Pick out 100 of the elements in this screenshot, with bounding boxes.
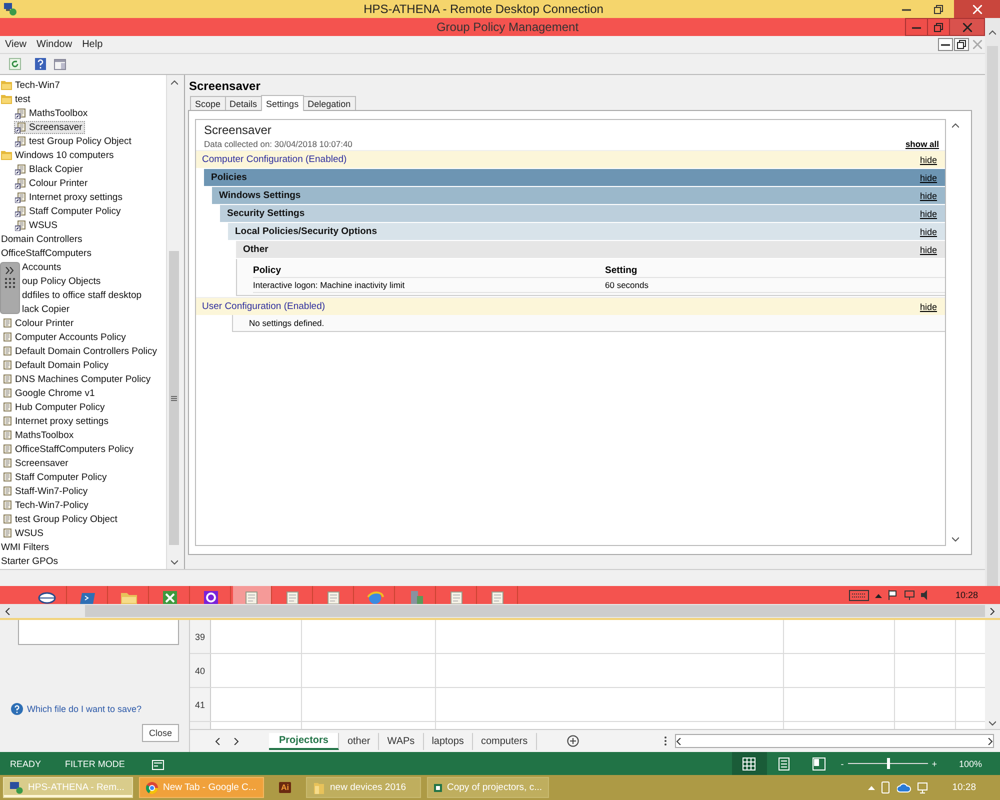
tree-item[interactable]: Computer Accounts Policy: [0, 330, 129, 344]
tree-item[interactable]: test: [0, 92, 34, 106]
tab[interactable]: Delegation: [302, 96, 356, 111]
tree-item[interactable]: Starter GPOs: [0, 554, 62, 568]
horizontal-scrollbar[interactable]: [674, 734, 994, 748]
hide-link[interactable]: hide: [920, 244, 945, 254]
tree-item[interactable]: Domain Controllers: [0, 232, 86, 246]
tree-item[interactable]: Tech-Win7: [0, 78, 63, 92]
hide-link[interactable]: hide: [920, 226, 945, 236]
tree-item[interactable]: ddfiles to office staff desktop: [21, 288, 145, 302]
tree-item[interactable]: oup Policy Objects: [21, 274, 104, 288]
list-box[interactable]: [18, 620, 179, 645]
chevron-icon: [5, 267, 15, 274]
disk-icon: [38, 590, 56, 604]
grip-icon: [171, 396, 177, 400]
keyboard-icon[interactable]: [849, 590, 870, 600]
show-all-link[interactable]: show all: [905, 139, 945, 149]
zoom-in-button[interactable]: +: [932, 758, 937, 768]
folder-icon: [120, 590, 138, 604]
scroll-thumb[interactable]: [987, 46, 998, 586]
scroll-icon: [1, 360, 12, 370]
close-button[interactable]: Close: [142, 724, 179, 742]
zoom-slider[interactable]: [848, 758, 928, 769]
tab[interactable]: Scope: [190, 96, 226, 111]
view-button[interactable]: [732, 752, 767, 775]
help-link[interactable]: Which file do I want to save?: [27, 704, 142, 714]
tree-item[interactable]: test Group Policy Object: [0, 512, 120, 526]
tree-item[interactable]: OfficeStaffComputers: [0, 246, 94, 260]
floating-toolbar[interactable]: [0, 262, 20, 314]
network-icon[interactable]: [904, 590, 916, 600]
tree-item[interactable]: test Group Policy Object: [14, 134, 134, 148]
sheet-tab[interactable]: WAPs: [379, 732, 424, 750]
restore-icon: [957, 40, 966, 49]
caret-icon[interactable]: [868, 785, 876, 790]
close-icon: [972, 4, 982, 14]
close-button[interactable]: [950, 19, 984, 35]
tree-item[interactable]: Staff Computer Policy: [0, 470, 110, 484]
taskbar-button[interactable]: Ai: [274, 777, 296, 798]
tree-item[interactable]: Tech-Win7-Policy: [0, 498, 92, 512]
tree-item[interactable]: Default Domain Policy: [0, 358, 112, 372]
tree-item[interactable]: Colour Printer: [0, 316, 77, 330]
close-button[interactable]: [954, 0, 1000, 18]
tree-item[interactable]: Black Copier: [14, 162, 86, 176]
add-sheet-icon[interactable]: [566, 735, 579, 747]
scroll-down-icon: [952, 537, 959, 542]
tree-item[interactable]: Staff Computer Policy: [14, 204, 124, 218]
scroll-icon: [1, 374, 12, 384]
sheet-tab[interactable]: computers: [472, 732, 537, 750]
tree-item[interactable]: WSUS: [14, 218, 60, 232]
tree-item[interactable]: Staff-Win7-Policy: [0, 484, 91, 498]
hide-link[interactable]: hide: [920, 302, 945, 312]
tree-item[interactable]: DNS Machines Computer Policy: [0, 372, 154, 386]
hide-link[interactable]: hide: [920, 190, 945, 200]
tree-item[interactable]: Screensaver: [0, 456, 72, 470]
close-icon: [973, 40, 982, 49]
cloud-icon[interactable]: [897, 782, 912, 792]
tab[interactable]: Settings: [261, 95, 304, 111]
tree-item[interactable]: Accounts: [21, 260, 64, 274]
menu-item[interactable]: Help: [77, 39, 108, 50]
network-icon[interactable]: [917, 782, 930, 794]
tree-item[interactable]: Google Chrome v1: [0, 386, 98, 400]
more-icon[interactable]: [664, 736, 667, 746]
caret-icon[interactable]: [875, 592, 882, 598]
scroll-icon: [1, 332, 12, 342]
taskbar-button[interactable]: [233, 586, 272, 604]
tree-item[interactable]: MathsToolbox: [0, 428, 77, 442]
tree-item[interactable]: lack Copier: [21, 302, 73, 316]
phone-icon[interactable]: [881, 781, 892, 794]
hide-link[interactable]: hide: [920, 172, 945, 182]
tree-item[interactable]: MathsToolbox: [14, 106, 91, 120]
minimize-button[interactable]: [938, 38, 953, 51]
tree-item[interactable]: Default Domain Controllers Policy: [0, 344, 160, 358]
tree-item[interactable]: Internet proxy settings: [14, 190, 126, 204]
tree-item[interactable]: Colour Printer: [14, 176, 91, 190]
menu-item[interactable]: View: [0, 39, 32, 50]
hide-link[interactable]: hide: [920, 208, 945, 218]
flag-icon[interactable]: [888, 590, 898, 600]
tree-item[interactable]: OfficeStaffComputers Policy: [0, 442, 136, 456]
hide-link[interactable]: hide: [920, 154, 945, 164]
category-title: Security Settings: [227, 208, 306, 219]
sheet-tab[interactable]: other: [339, 732, 380, 750]
spreadsheet-icon: [434, 782, 442, 794]
tree-item[interactable]: Hub Computer Policy: [0, 400, 108, 414]
menu-item[interactable]: Window: [32, 39, 78, 50]
scroll-down-icon: [170, 560, 178, 564]
restore-button[interactable]: [954, 38, 969, 51]
macro-icon[interactable]: [152, 758, 164, 770]
tree-item[interactable]: Windows 10 computers: [0, 148, 117, 162]
zoom-out-button[interactable]: -: [840, 758, 844, 768]
sheet-tab[interactable]: Projectors: [269, 732, 340, 750]
tree-item[interactable]: Screensaver: [14, 120, 86, 134]
refresh-icon[interactable]: [9, 58, 21, 70]
sheet-tab[interactable]: laptops: [424, 732, 473, 750]
panel-icon[interactable]: [54, 58, 66, 70]
keypad-icon: [4, 278, 16, 291]
tree-item[interactable]: WMI Filters: [0, 540, 52, 554]
help-icon[interactable]: [35, 58, 46, 70]
scroll-thumb[interactable]: [85, 605, 985, 617]
tree-item[interactable]: Internet proxy settings: [0, 414, 112, 428]
tree-item[interactable]: WSUS: [0, 526, 46, 540]
